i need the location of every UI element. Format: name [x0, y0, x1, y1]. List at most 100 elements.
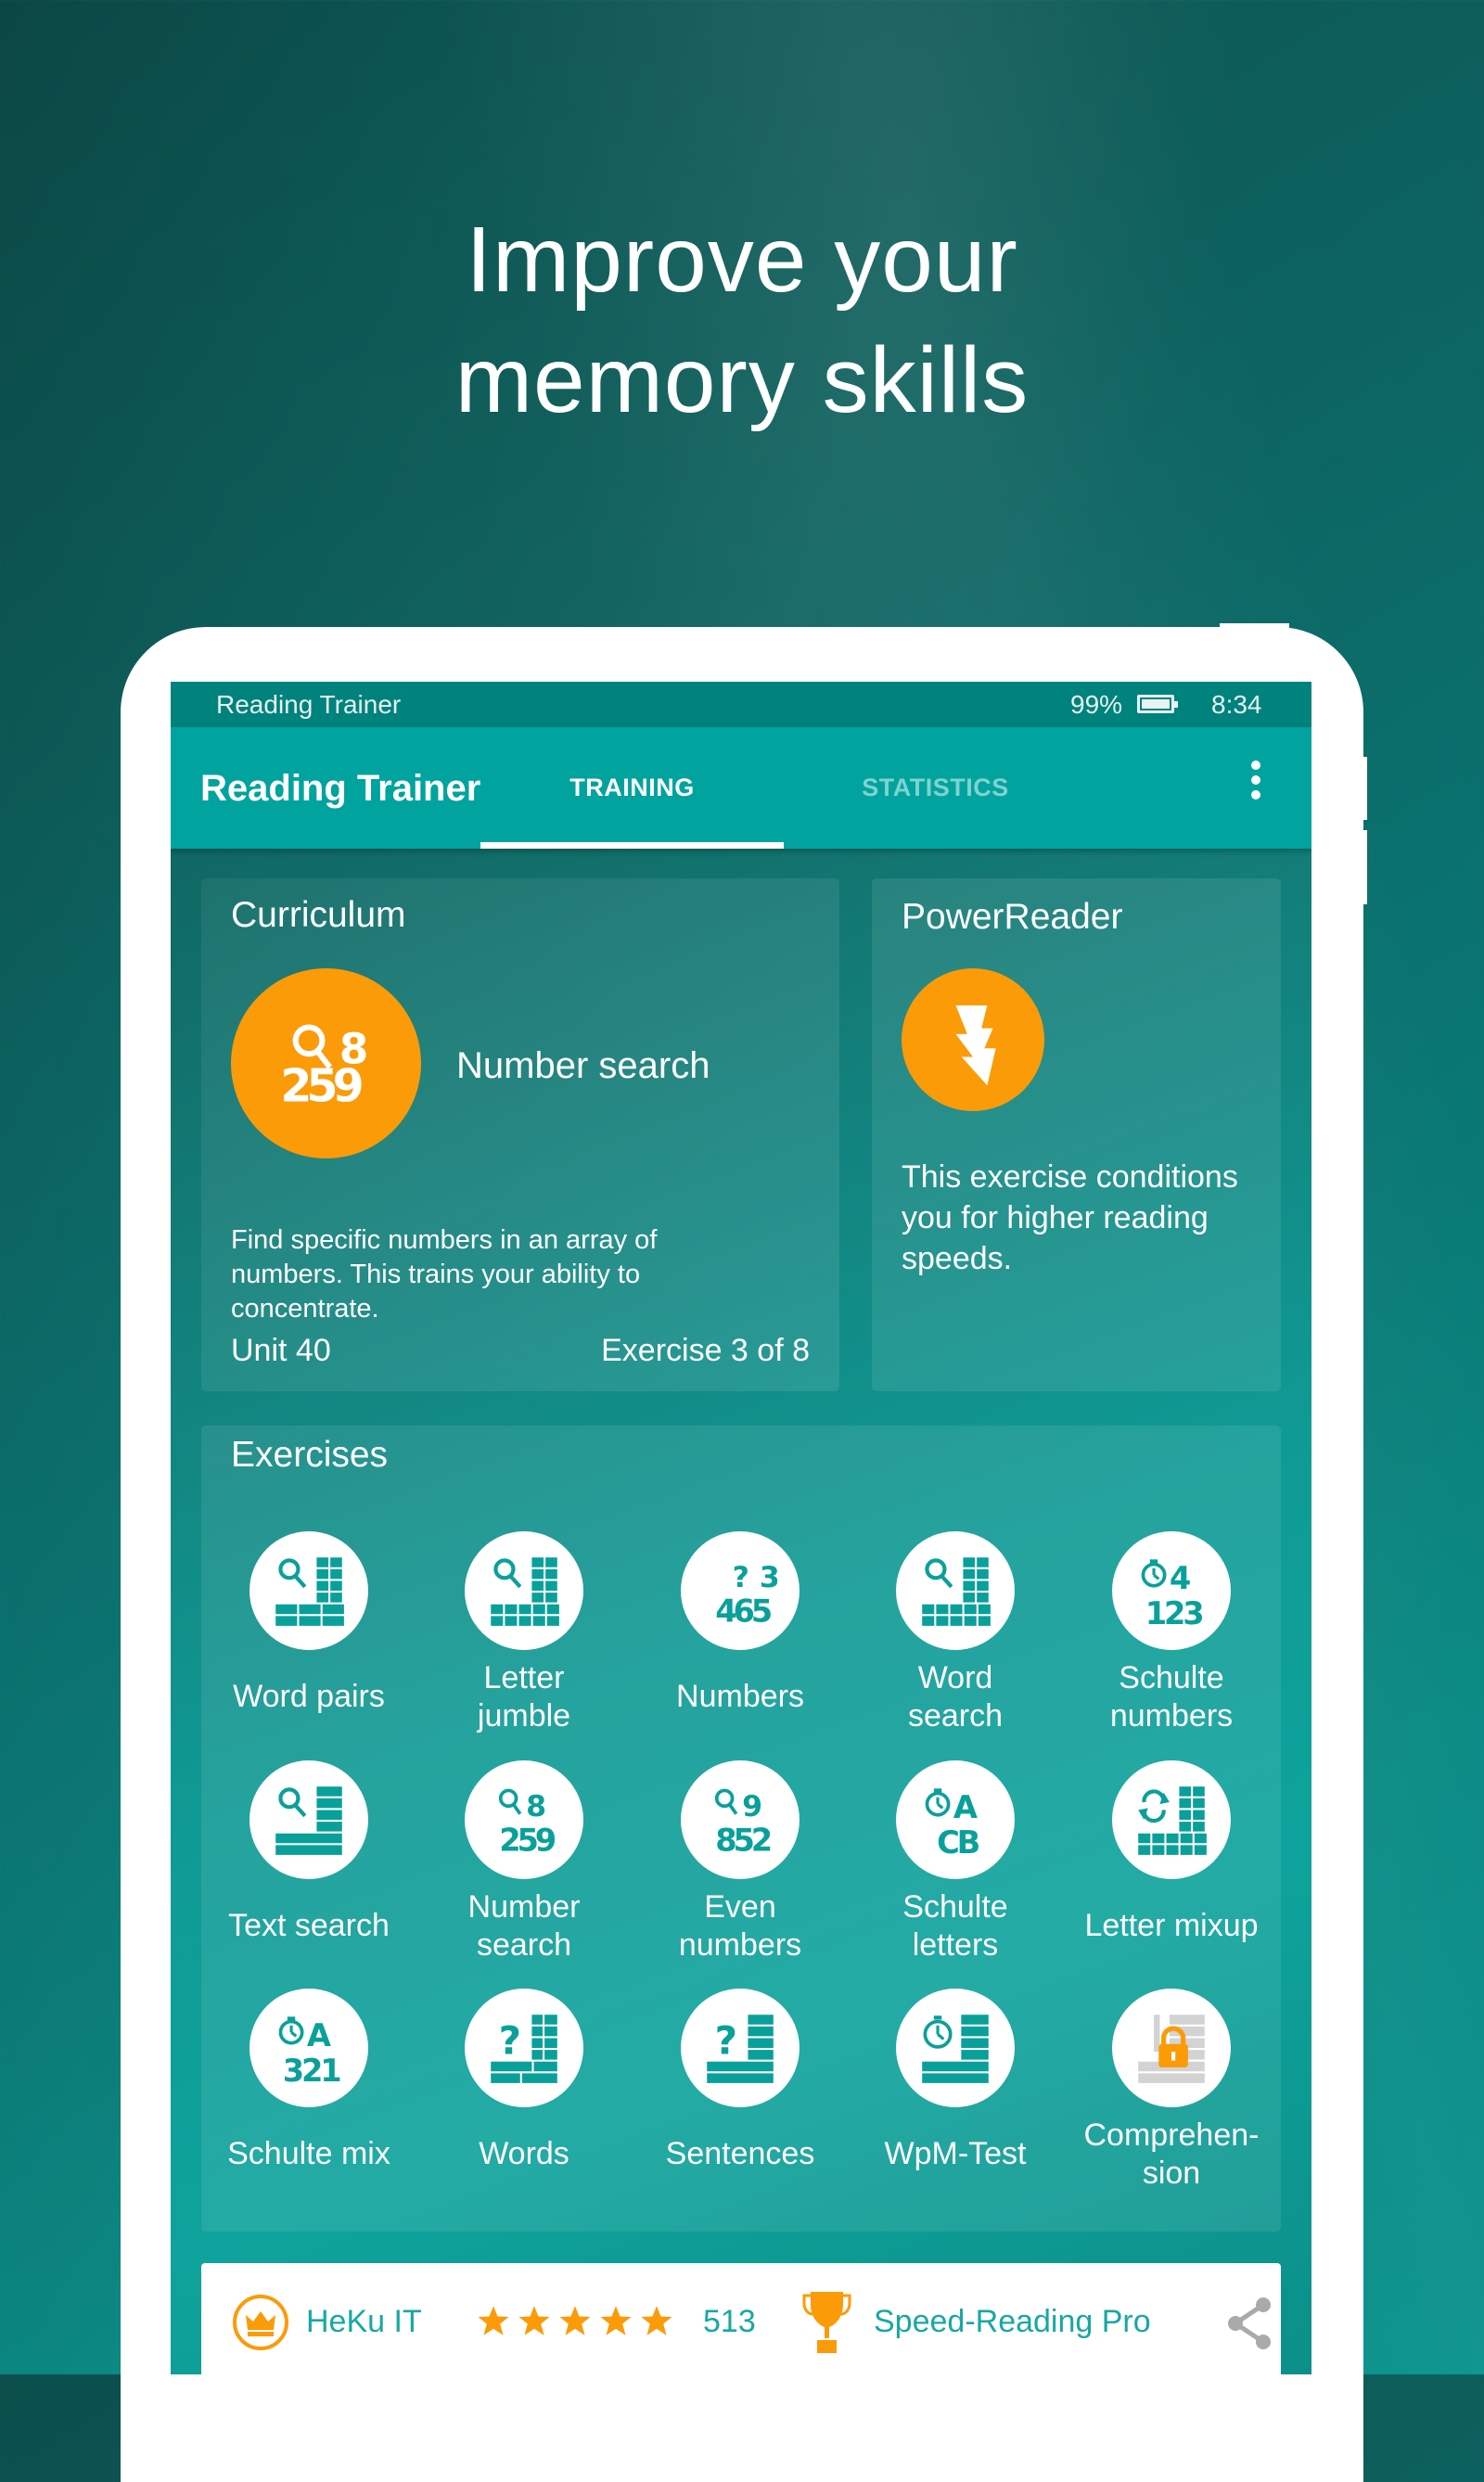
exercise-label: Schulte numbers	[1109, 1660, 1234, 1734]
exercise-label: Schulte letters	[902, 1889, 1008, 1963]
words-icon: ?	[465, 1989, 583, 2107]
exercise-item-sentences[interactable]: ? Sentences	[633, 1989, 848, 2202]
exercise-label: Comprehen-sion	[1083, 2117, 1260, 2191]
device-power-button	[1220, 623, 1289, 629]
crown-icon	[233, 2295, 288, 2350]
svg-text:465: 465	[715, 1593, 771, 1628]
lightning-icon	[902, 968, 1044, 1111]
svg-text:?: ?	[715, 2017, 737, 2063]
exercise-item-number-search[interactable]: 8 259 Number search	[416, 1760, 632, 1974]
exercise-item-words[interactable]: ? Words	[416, 1989, 632, 2202]
exercise-label: Letter mixup	[1084, 1908, 1259, 1943]
status-app-name: Reading Trainer	[216, 690, 402, 719]
svg-text:A: A	[953, 1789, 978, 1825]
promo-headline: Improve your memory skills	[0, 199, 1484, 441]
powerreader-description: This exercise conditions you for higher …	[902, 1159, 1238, 1276]
even-numbers-icon: 9 852	[681, 1760, 800, 1879]
svg-text:8: 8	[526, 1790, 546, 1823]
dot	[1251, 790, 1260, 800]
svg-text:4: 4	[1170, 1560, 1191, 1596]
exercise-label: WpM-Test	[884, 2136, 1027, 2171]
tab-training[interactable]: TRAINING	[480, 727, 784, 849]
star-icon	[518, 2306, 550, 2335]
svg-text:CB: CB	[937, 1824, 979, 1857]
headline-line-1: Improve your	[466, 208, 1018, 312]
svg-text:259: 259	[280, 1059, 362, 1113]
exercise-item-even-numbers[interactable]: 9 852 Even numbers	[633, 1760, 848, 1974]
star-icon	[559, 2306, 591, 2335]
exercise-item-numbers[interactable]: ? 3 465 Numbers	[633, 1531, 848, 1745]
app-bar: Reading Trainer TRAINING STATISTICS	[171, 727, 1311, 849]
number-search-icon: 8 259	[231, 968, 421, 1158]
numbers-icon: ? 3 465	[681, 1531, 800, 1650]
exercise-label: Numbers	[676, 1679, 804, 1714]
schulte-mix-icon: A 321	[249, 1989, 368, 2107]
exercise-item-schulte-letters[interactable]: A CB Schulte letters	[848, 1760, 1063, 1974]
footer-bar: HeKu IT 513 Speed-Reading Pro	[201, 2263, 1281, 2374]
star-icon	[641, 2306, 672, 2335]
exercise-item-comprehen-sion[interactable]: Comprehen-sion	[1064, 1989, 1279, 2202]
dot	[1251, 775, 1260, 785]
letter-mixup-icon	[1112, 1760, 1231, 1879]
svg-text:A: A	[307, 2017, 331, 2053]
svg-text:123: 123	[1145, 1595, 1203, 1628]
rating-stars	[477, 2304, 681, 2341]
word-pairs-icon	[249, 1531, 368, 1650]
wpm-test-icon	[896, 1989, 1015, 2107]
battery-percentage: 99%	[1070, 690, 1123, 719]
schulte-numbers-icon: 4 123	[1112, 1531, 1231, 1650]
exercise-item-letter-jumble[interactable]: Letter jumble	[416, 1531, 632, 1745]
svg-text:9: 9	[742, 1790, 762, 1823]
sentences-icon: ?	[681, 1989, 800, 2107]
star-icon	[478, 2306, 509, 2335]
word-search-icon	[896, 1531, 1015, 1650]
letter-jumble-icon	[465, 1531, 583, 1650]
exercise-item-text-search[interactable]: Text search	[201, 1760, 416, 1974]
star-icon	[600, 2306, 632, 2335]
number-search-icon: 8 259	[465, 1760, 583, 1879]
device-volume-down-button	[1363, 830, 1367, 904]
exercise-label: Words	[479, 2136, 569, 2171]
exercise-label: Number search	[467, 1889, 581, 1963]
schulte-letters-icon: A CB	[896, 1760, 1015, 1879]
trophy-icon	[802, 2292, 851, 2353]
exercise-item-word-search[interactable]: Word search	[848, 1531, 1063, 1745]
powerreader-card[interactable]: PowerReader This exercise conditions you…	[872, 878, 1281, 1391]
curriculum-progress: Exercise 3 of 8	[601, 1333, 810, 1368]
exercise-item-letter-mixup[interactable]: Letter mixup	[1064, 1760, 1279, 1974]
curriculum-exercise-name: Number search	[456, 1045, 710, 1086]
pro-upgrade-link[interactable]: Speed-Reading Pro	[874, 2304, 1151, 2340]
developer-name[interactable]: HeKu IT	[306, 2304, 422, 2340]
exercise-item-schulte-mix[interactable]: A 321 Schulte mix	[201, 1989, 416, 2202]
app-screen: Reading Trainer 99% 8:34 Reading Trainer…	[171, 682, 1311, 2374]
curriculum-unit: Unit 40	[231, 1333, 331, 1368]
share-icon[interactable]	[1224, 2296, 1274, 2351]
exercise-item-schulte-numbers[interactable]: 4 123 Schulte numbers	[1064, 1531, 1279, 1745]
exercises-card: Exercises Word pairs Letter jumble ? 3 465 Nu…	[201, 1426, 1281, 2232]
dot	[1251, 761, 1260, 770]
exercise-label: Word search	[907, 1660, 1004, 1734]
powerreader-heading: PowerReader	[902, 897, 1123, 937]
curriculum-heading: Curriculum	[231, 895, 406, 935]
curriculum-card[interactable]: Curriculum 8 259 Number search Find spec…	[201, 878, 839, 1391]
exercise-label: Even numbers	[678, 1889, 802, 1963]
exercise-item-word-pairs[interactable]: Word pairs	[201, 1531, 416, 1745]
svg-text:852: 852	[715, 1823, 770, 1857]
headline-line-2: memory skills	[454, 328, 1030, 432]
app-title: Reading Trainer	[200, 768, 481, 809]
exercise-label: Word pairs	[233, 1679, 385, 1714]
exercise-label: Schulte mix	[227, 2136, 390, 2171]
battery-icon	[1137, 695, 1178, 713]
exercises-heading: Exercises	[231, 1435, 389, 1475]
more-vert-icon[interactable]	[1237, 757, 1274, 816]
exercise-item-wpm-test[interactable]: WpM-Test	[848, 1989, 1063, 2202]
device-volume-up-button	[1363, 757, 1367, 820]
text-search-icon	[249, 1760, 368, 1879]
tab-statistics[interactable]: STATISTICS	[784, 727, 1087, 849]
status-bar: Reading Trainer 99% 8:34	[171, 682, 1311, 727]
exercise-label: Letter jumble	[477, 1660, 571, 1734]
status-clock: 8:34	[1211, 690, 1262, 719]
curriculum-description: Find specific numbers in an array of num…	[231, 1225, 658, 1324]
rating-count: 513	[703, 2304, 756, 2339]
active-tab-indicator	[480, 842, 784, 849]
